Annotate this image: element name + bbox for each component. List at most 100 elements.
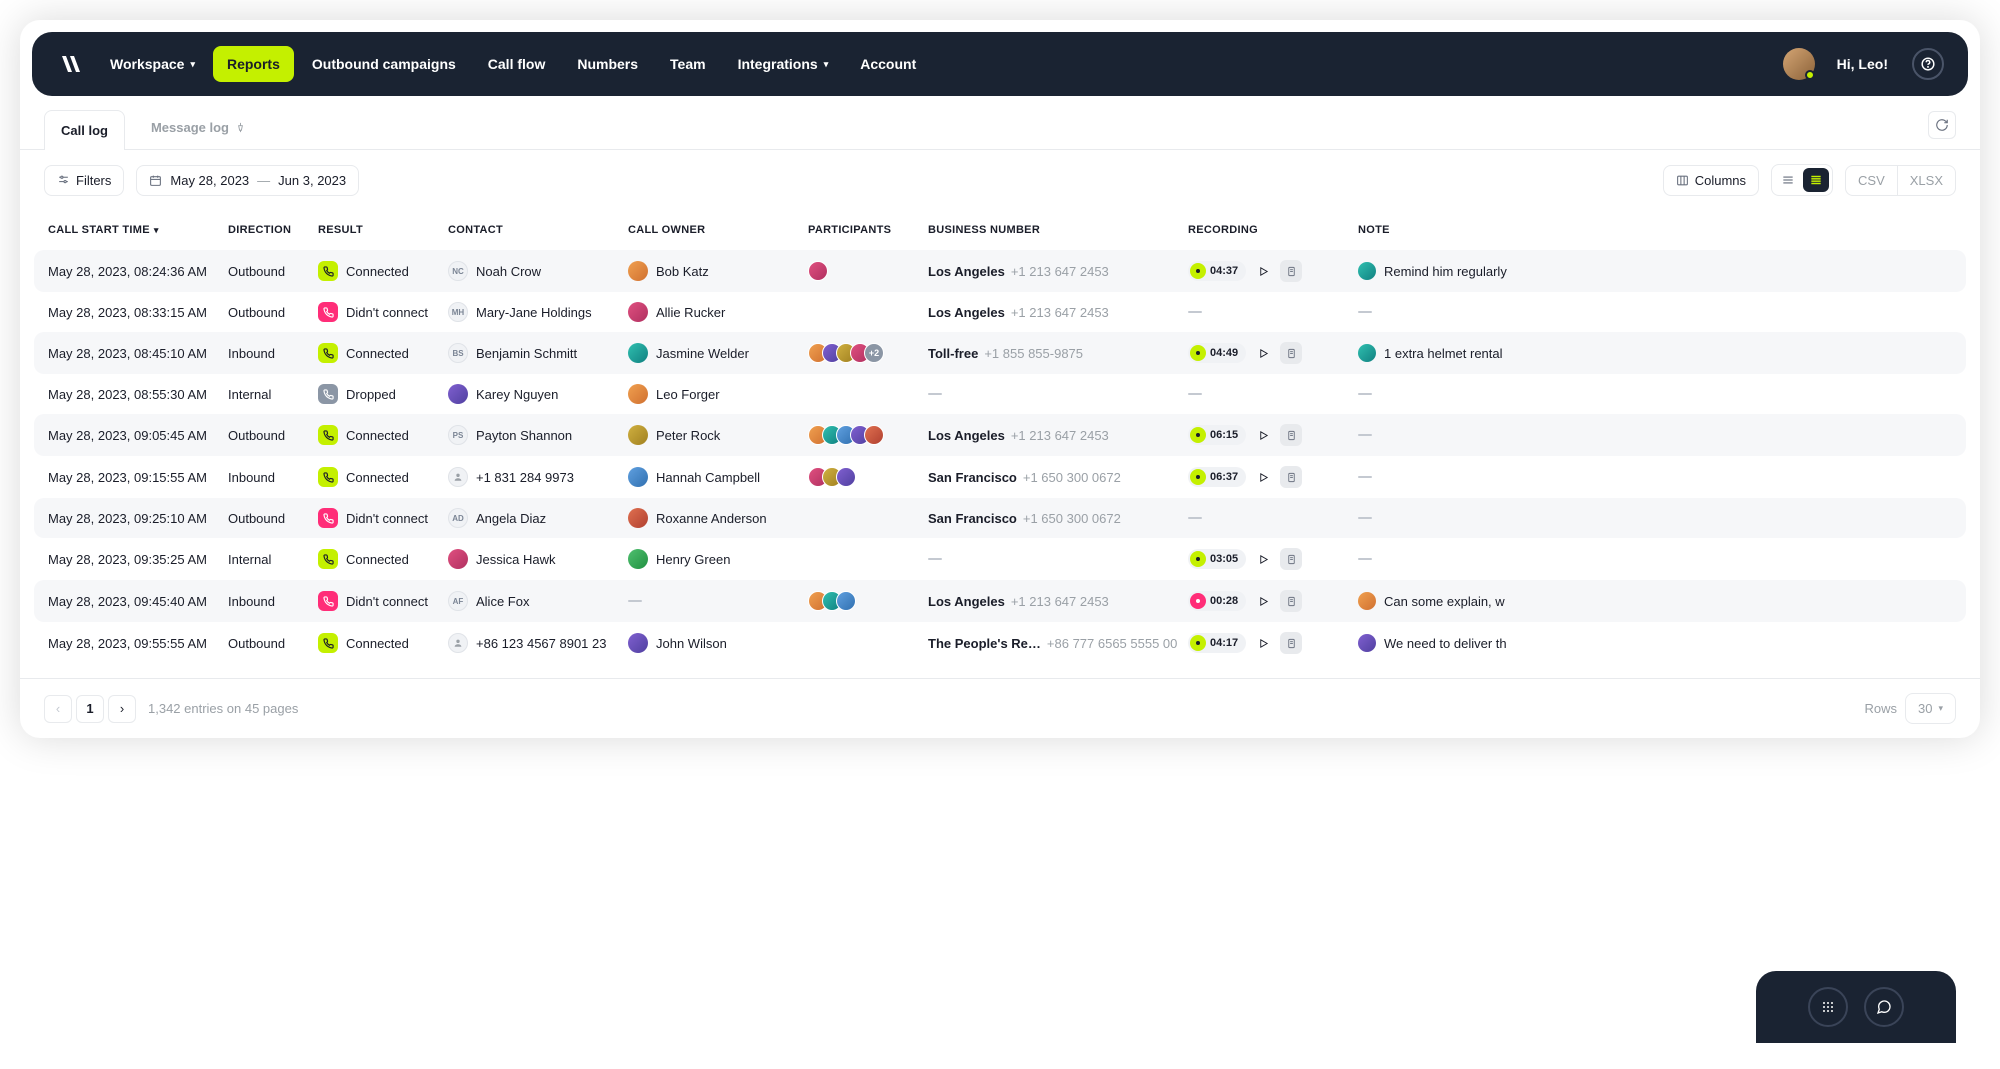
export-csv-button[interactable]: CSV	[1845, 165, 1898, 196]
table-row[interactable]: May 28, 2023, 09:15:55 AM Inbound Connec…	[34, 456, 1966, 498]
date-range-picker[interactable]: May 28, 2023 — Jun 3, 2023	[136, 165, 359, 196]
cell-direction: Inbound	[228, 470, 318, 485]
recording-badge: 06:37	[1188, 467, 1246, 487]
table-row[interactable]: May 28, 2023, 09:05:45 AM Outbound Conne…	[34, 414, 1966, 456]
cell-owner: John Wilson	[628, 633, 808, 653]
table-row[interactable]: May 28, 2023, 08:33:15 AM Outbound Didn'…	[34, 292, 1966, 332]
cell-note	[1358, 476, 1518, 478]
refresh-button[interactable]	[1928, 111, 1956, 139]
cell-result: Connected	[318, 425, 448, 445]
play-button[interactable]	[1252, 342, 1274, 364]
contact-badge: NC	[448, 261, 468, 281]
cell-note	[1358, 434, 1518, 436]
transcript-button[interactable]	[1280, 548, 1302, 570]
col-header[interactable]: NOTE	[1358, 224, 1518, 236]
table-row[interactable]: May 28, 2023, 09:55:55 AM Outbound Conne…	[34, 622, 1966, 664]
nav-numbers[interactable]: Numbers	[563, 46, 652, 82]
phone-icon	[318, 302, 338, 322]
export-xlsx-button[interactable]: XLSX	[1898, 165, 1956, 196]
col-header[interactable]: BUSINESS NUMBER	[928, 224, 1188, 236]
cell-direction: Outbound	[228, 428, 318, 443]
col-header[interactable]: RECORDING	[1188, 224, 1358, 236]
cell-contact: AD Angela Diaz	[448, 508, 628, 528]
nav-reports[interactable]: Reports	[213, 46, 294, 82]
avatar	[1358, 262, 1376, 280]
table-row[interactable]: May 28, 2023, 09:35:25 AM Internal Conne…	[34, 538, 1966, 580]
transcript-button[interactable]	[1280, 424, 1302, 446]
play-button[interactable]	[1252, 632, 1274, 654]
col-header[interactable]: PARTICIPANTS	[808, 224, 928, 236]
transcript-button[interactable]	[1280, 260, 1302, 282]
cell-time: May 28, 2023, 08:24:36 AM	[48, 264, 228, 279]
transcript-button[interactable]	[1280, 342, 1302, 364]
play-button[interactable]	[1252, 260, 1274, 282]
col-header[interactable]: RESULT	[318, 224, 448, 236]
cell-direction: Inbound	[228, 346, 318, 361]
avatar	[628, 261, 648, 281]
footer: ‹ 1 › 1,342 entries on 45 pages Rows 30 …	[20, 678, 1980, 738]
dialpad-button[interactable]	[1808, 987, 1848, 1027]
help-button[interactable]	[1912, 48, 1944, 80]
columns-label: Columns	[1695, 173, 1746, 188]
view-list-button[interactable]	[1775, 168, 1801, 192]
table-row[interactable]: May 28, 2023, 08:55:30 AM Internal Dropp…	[34, 374, 1966, 414]
table-row[interactable]: May 28, 2023, 08:45:10 AM Inbound Connec…	[34, 332, 1966, 374]
cell-business-number: Los Angeles+1 213 647 2453	[928, 428, 1188, 443]
nav-outbound-campaigns[interactable]: Outbound campaigns	[298, 46, 470, 82]
next-page-button[interactable]: ›	[108, 695, 136, 723]
table-row[interactable]: May 28, 2023, 09:45:40 AM Inbound Didn't…	[34, 580, 1966, 622]
table-row[interactable]: May 28, 2023, 08:24:36 AM Outbound Conne…	[34, 250, 1966, 292]
col-header[interactable]: CONTACT	[448, 224, 628, 236]
chat-button[interactable]	[1864, 987, 1904, 1027]
cell-recording: 04:37	[1188, 260, 1358, 282]
user-avatar[interactable]	[1783, 48, 1815, 80]
tab-call-log[interactable]: Call log	[44, 110, 125, 150]
cell-result: Didn't connect	[318, 508, 448, 528]
transcript-button[interactable]	[1280, 466, 1302, 488]
cell-note	[1358, 558, 1518, 560]
nav-integrations[interactable]: Integrations ▾	[724, 46, 843, 82]
table: CALL START TIME▾DIRECTIONRESULTCONTACTCA…	[34, 210, 1966, 664]
col-header[interactable]: DIRECTION	[228, 224, 318, 236]
nav-call-flow[interactable]: Call flow	[474, 46, 560, 82]
avatar	[1358, 344, 1376, 362]
tab-message-log[interactable]: Message log	[135, 108, 262, 149]
col-header[interactable]: CALL START TIME▾	[48, 224, 228, 236]
tab-message-log-label: Message log	[151, 120, 229, 135]
page-number[interactable]: 1	[76, 695, 104, 723]
avatar	[864, 425, 884, 445]
columns-button[interactable]: Columns	[1663, 165, 1759, 196]
recording-badge: 00:28	[1188, 591, 1246, 611]
cell-contact: +1 831 284 9973	[448, 467, 628, 487]
cell-recording: 06:37	[1188, 466, 1358, 488]
cell-direction: Internal	[228, 552, 318, 567]
prev-page-button[interactable]: ‹	[44, 695, 72, 723]
cell-direction: Inbound	[228, 594, 318, 609]
recording-badge: 06:15	[1188, 425, 1246, 445]
play-button[interactable]	[1252, 424, 1274, 446]
table-row[interactable]: May 28, 2023, 09:25:10 AM Outbound Didn'…	[34, 498, 1966, 538]
cell-contact: Jessica Hawk	[448, 549, 628, 569]
nav-workspace[interactable]: Workspace ▾	[96, 46, 209, 82]
rows-select[interactable]: 30 ▾	[1905, 693, 1956, 724]
cell-owner: Jasmine Welder	[628, 343, 808, 363]
cell-result: Connected	[318, 549, 448, 569]
transcript-button[interactable]	[1280, 632, 1302, 654]
filters-button[interactable]: Filters	[44, 165, 124, 196]
avatar	[628, 425, 648, 445]
nav-account[interactable]: Account	[846, 46, 930, 82]
play-button[interactable]	[1252, 466, 1274, 488]
transcript-button[interactable]	[1280, 590, 1302, 612]
col-header[interactable]: CALL OWNER	[628, 224, 808, 236]
play-button[interactable]	[1252, 548, 1274, 570]
view-compact-button[interactable]	[1803, 168, 1829, 192]
participants-more: +2	[864, 343, 884, 363]
toolbar: Filters May 28, 2023 — Jun 3, 2023 Colum…	[20, 150, 1980, 210]
nav-team[interactable]: Team	[656, 46, 720, 82]
cell-note	[1358, 393, 1518, 395]
avatar	[448, 384, 468, 404]
cell-result: Connected	[318, 467, 448, 487]
cell-recording	[1188, 393, 1358, 395]
phone-icon	[318, 508, 338, 528]
play-button[interactable]	[1252, 590, 1274, 612]
